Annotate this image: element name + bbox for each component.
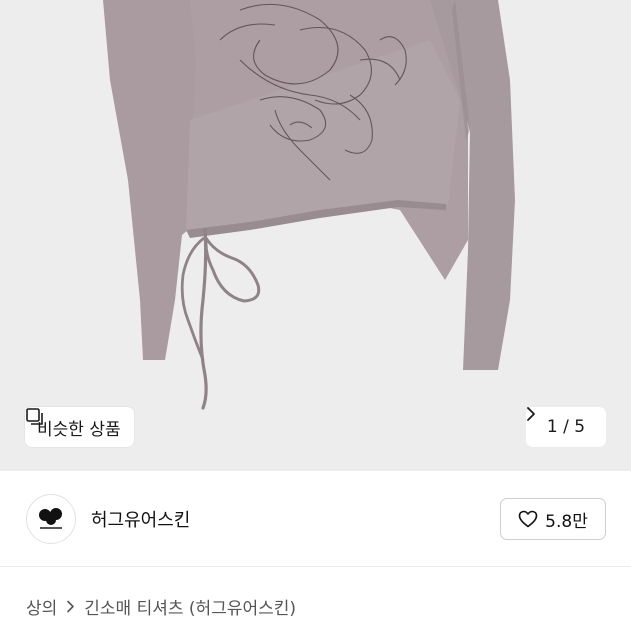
hug-your-skin-logo [39,508,62,529]
breadcrumb-item-subcategory[interactable]: 긴소매 티셔츠 (허그유어스킨) [84,594,296,619]
product-image[interactable]: 비슷한 상품 1 / 5 [0,0,631,471]
heart-outline-icon [518,510,538,528]
breadcrumb-item-category[interactable]: 상의 [26,594,57,619]
shop-name[interactable]: 허그유어스킨 [91,506,190,532]
shop-logo[interactable] [26,494,76,544]
similar-items-icon [26,408,43,425]
like-button[interactable]: 5.8만 [500,498,606,540]
image-counter-text: 1 / 5 [546,417,586,437]
like-count: 5.8만 [545,511,588,532]
similar-items-label: 비슷한 상품 [37,419,121,440]
garment-illustration [103,0,515,410]
chevron-right-icon [67,600,75,613]
chevron-right-icon [527,407,535,421]
divider [0,566,631,567]
image-counter[interactable]: 1 / 5 [526,407,606,447]
breadcrumb: 상의 긴소매 티셔츠 (허그유어스킨) [26,594,296,619]
similar-items-button[interactable]: 비슷한 상품 [25,407,134,447]
